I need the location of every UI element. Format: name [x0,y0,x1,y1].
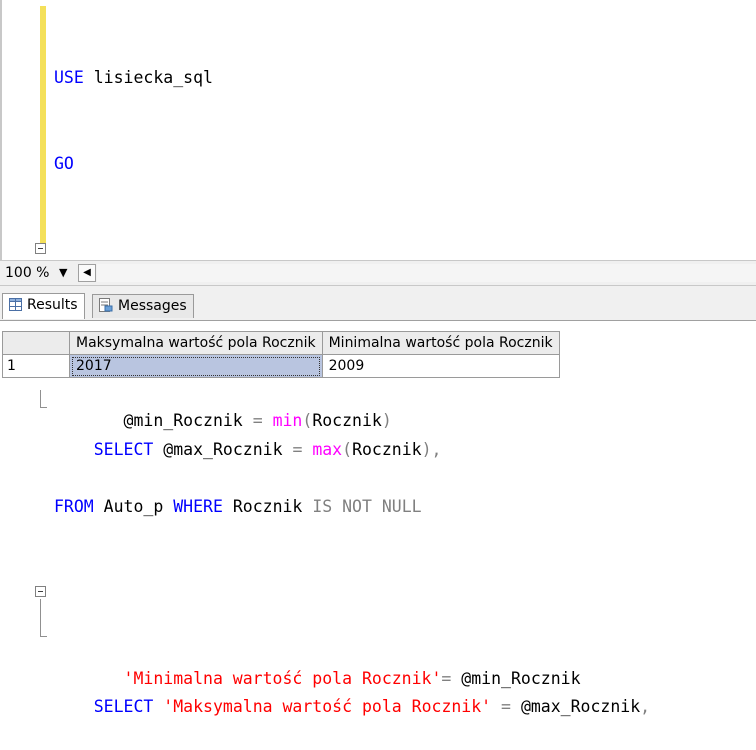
query-editor[interactable]: USE lisiecka_sql GO DECLARE @max_Rocznik… [0,0,756,716]
code-line-5: @min_Rocznik = min(Rocznik) [54,407,650,436]
code-token: ( [342,439,353,459]
collapse-select2-icon[interactable] [35,585,46,597]
code-token: , [640,697,651,717]
code-token: Rocznik [232,497,313,517]
results-table: Maksymalna wartość pola Rocznik Minimaln… [2,331,560,378]
horizontal-scrollbar[interactable] [97,264,756,282]
fold-guide-2-end [40,635,47,637]
grid-corner[interactable] [2,331,70,355]
code-token: = [441,668,462,688]
table-row: 1 2017 2009 [2,354,560,378]
code-token: WHERE [173,497,233,517]
tab-results[interactable]: Results [2,293,85,319]
zoom-level[interactable]: 100 % [5,265,49,281]
tab-results-label: Results [27,297,78,313]
code-token: USE [54,68,94,88]
code-token: max [312,439,343,459]
tab-messages-label: Messages [118,298,187,314]
change-marker [40,6,46,250]
zoom-dropdown-icon[interactable]: ▼ [59,266,67,279]
messages-icon [99,298,113,312]
code-token: @min_Rocznik [461,668,581,688]
code-token: FROM [54,497,104,517]
code-token: IS NOT NULL [312,497,422,517]
column-header[interactable]: Minimalna wartość pola Rocznik [321,331,560,355]
results-grid[interactable]: Maksymalna wartość pola Rocznik Minimaln… [0,320,756,390]
code-line-7: SELECT 'Maksymalna wartość pola Rocznik'… [35,579,650,716]
table-cell[interactable]: 2017 [69,354,323,378]
fold-guide-2 [40,598,41,637]
code-token: Rocznik [352,439,422,459]
code-token: = [491,697,521,717]
code-line-8: 'Minimalna wartość pola Rocznik'= @min_R… [54,665,650,694]
column-header[interactable]: Maksymalna wartość pola Rocznik [69,331,323,355]
code-line-1: USE lisiecka_sql [54,64,650,93]
code-token: 'Minimalna wartość pola Rocznik' [54,668,442,688]
code-token: ( [302,411,313,431]
code-token: ), [421,439,442,459]
collapse-declare-icon[interactable] [35,242,46,254]
row-number[interactable]: 1 [2,354,70,378]
code-token: ) [381,411,392,431]
fold-guide-end [40,406,47,408]
tab-messages[interactable]: Messages [92,294,194,318]
results-tabbar: Results Messages [0,286,756,320]
code-token: Rocznik [312,411,382,431]
code-token: lisiecka_sql [93,68,213,88]
scroll-left-icon[interactable]: ◀ [78,264,96,282]
code-token: = [292,439,313,459]
code-token: @max_Rocznik [163,439,293,459]
code-line-2: GO [54,150,650,179]
code-token: min [272,411,303,431]
code-token: Auto_p [103,497,174,517]
code-token: = [252,411,273,431]
code-token: GO [54,153,74,173]
code-token: @max_Rocznik [520,697,641,717]
table-cell[interactable]: 2009 [321,354,560,378]
code-token: @min_Rocznik [54,411,253,431]
zoom-bar: 100 % ▼ ◀ [0,260,756,286]
code-token: 'Maksymalna wartość pola Rocznik' [163,697,492,717]
code-token: SELECT [93,697,164,717]
code-token: SELECT [93,439,164,459]
code-line-6: FROM Auto_p WHERE Rocznik IS NOT NULL [54,493,650,522]
grid-icon [9,298,22,311]
